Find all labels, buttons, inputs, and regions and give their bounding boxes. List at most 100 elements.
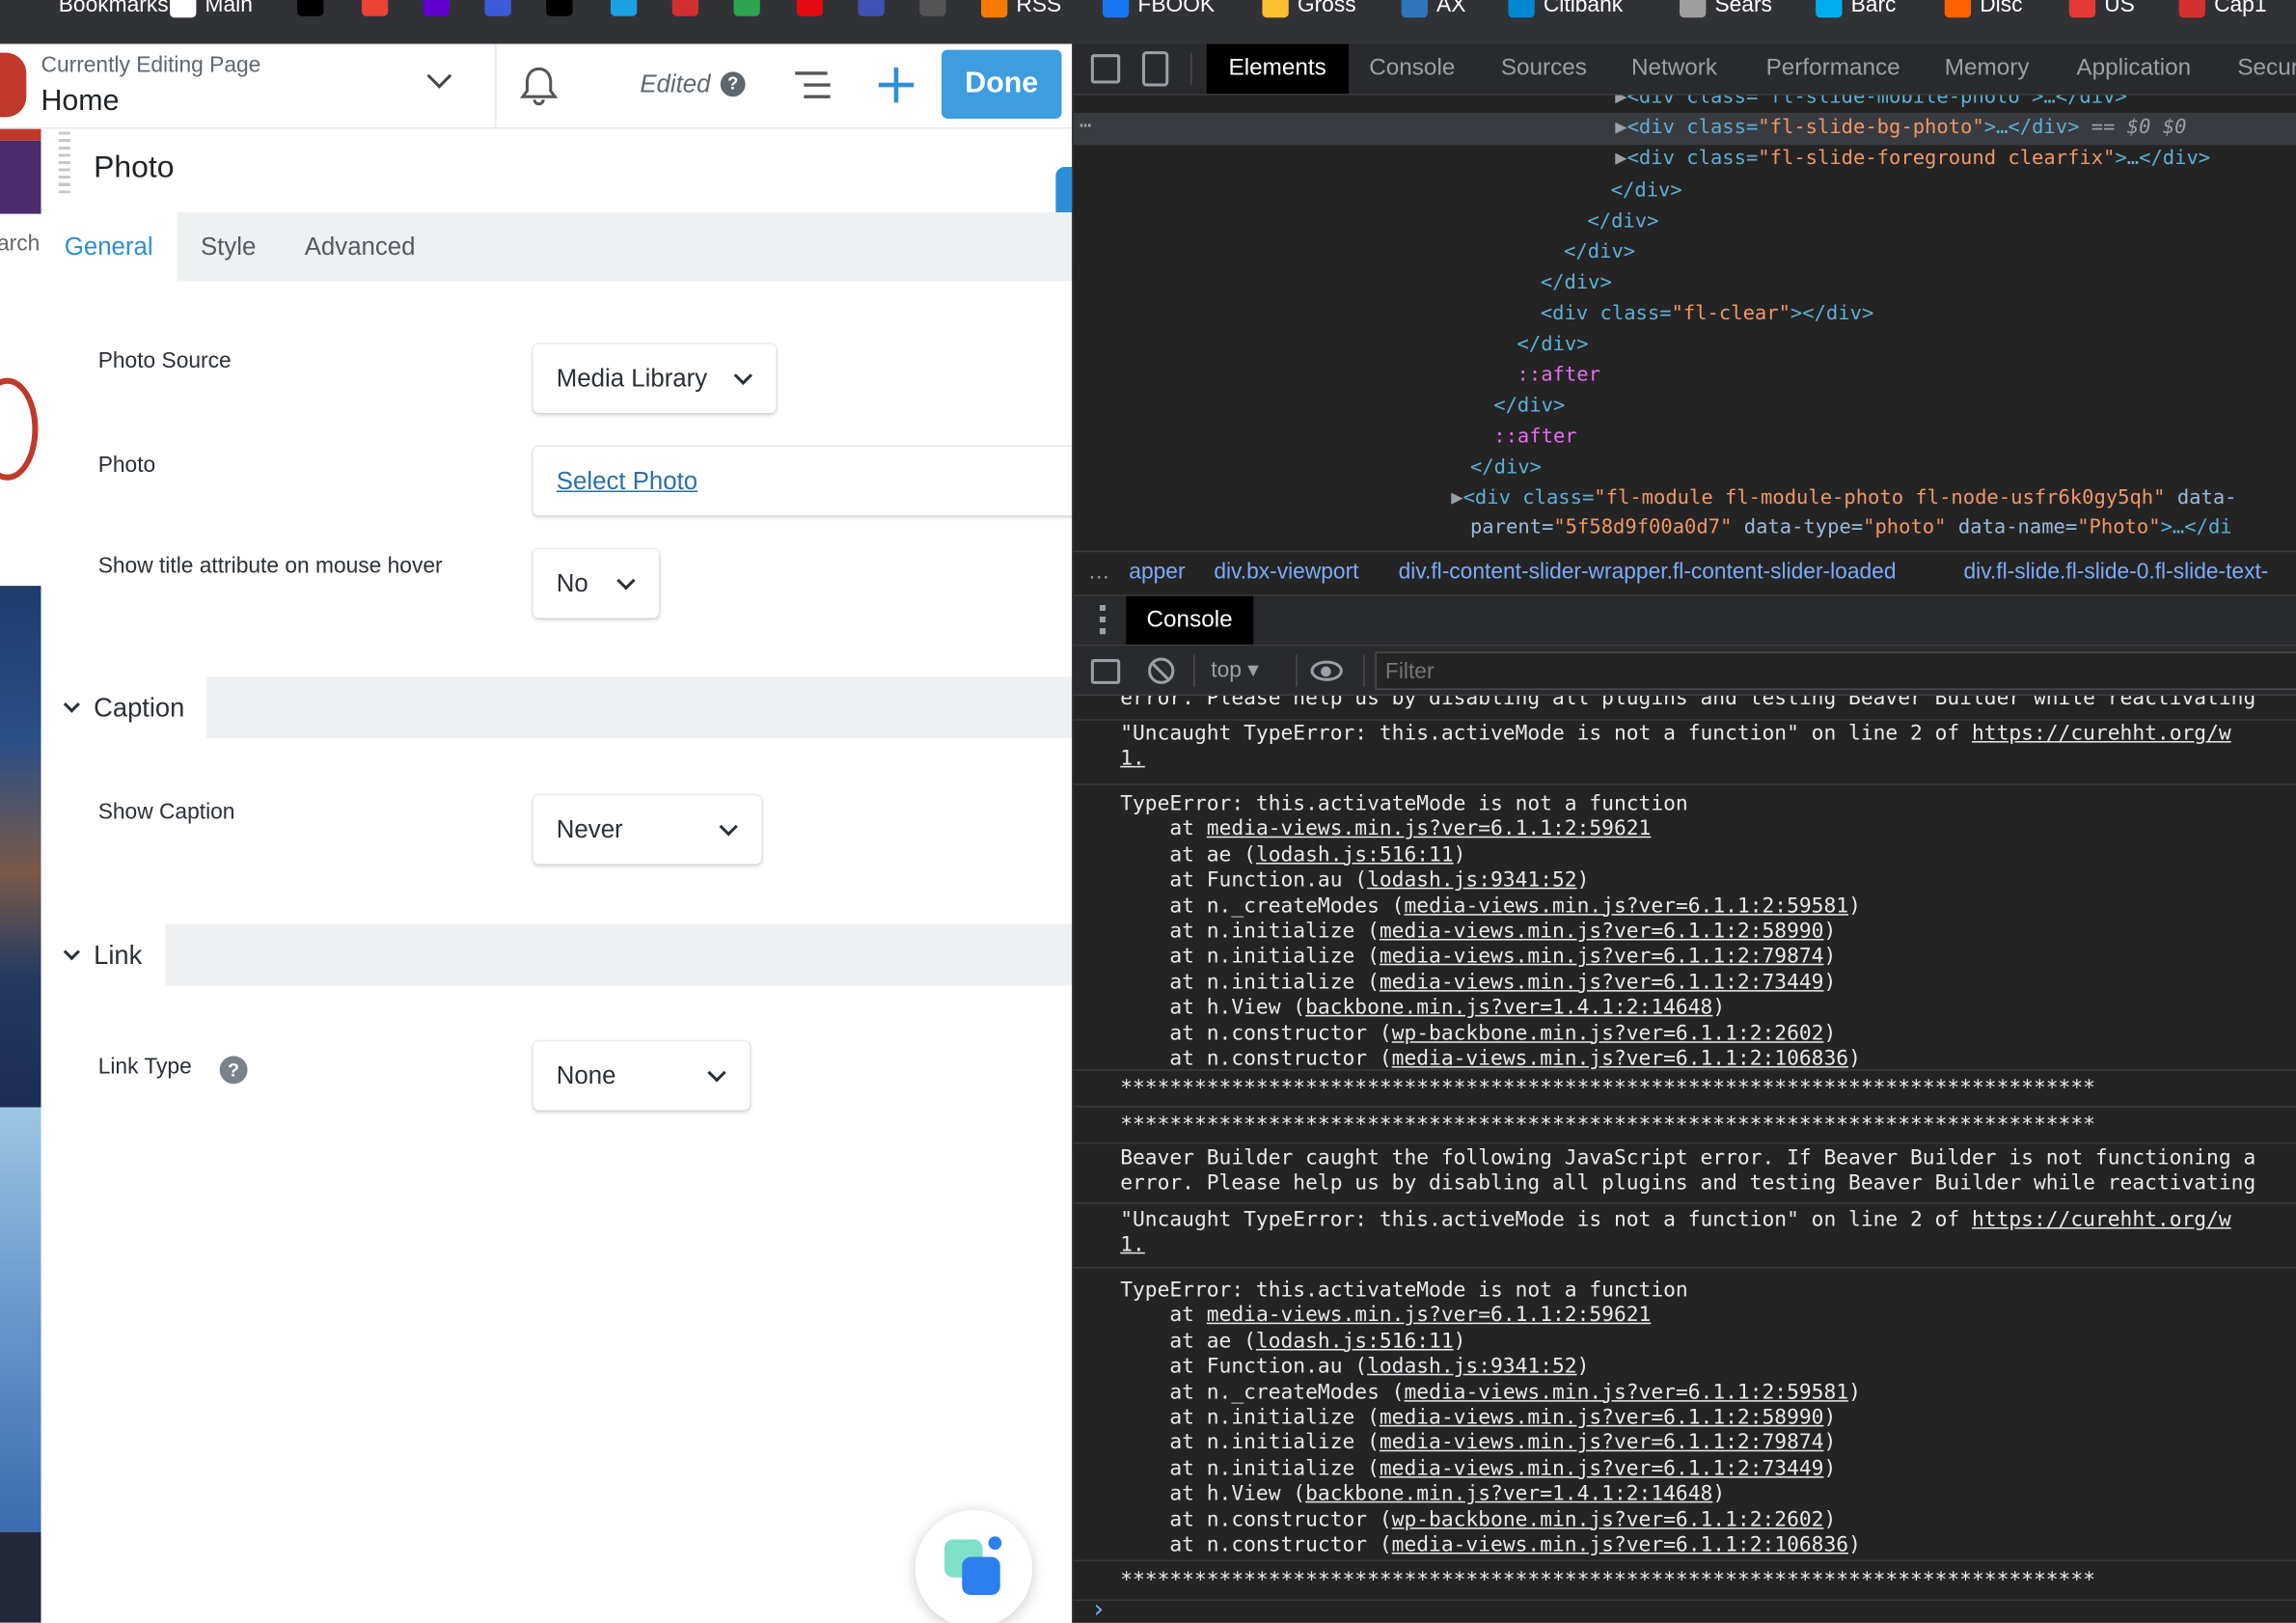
bookmark-netflix[interactable]: [796, 0, 824, 16]
context-select[interactable]: top ▾: [1211, 646, 1258, 696]
stack-frame-link[interactable]: media-views.min.js?ver=6.1.1:2:59581: [1404, 1381, 1848, 1404]
beaver-logo-icon[interactable]: [0, 52, 27, 118]
stack-frame-link[interactable]: media-views.min.js?ver=6.1.1:2:59581: [1404, 894, 1848, 918]
stack-frame-link[interactable]: media-views.min.js?ver=6.1.1:2:73449: [1380, 1457, 1824, 1480]
tab-memory[interactable]: Memory: [1923, 44, 2051, 95]
console-source-link[interactable]: 1.: [1120, 1234, 1145, 1257]
stack-frame-link[interactable]: media-views.min.js?ver=6.1.1:2:73449: [1380, 971, 1824, 994]
clear-console-icon[interactable]: [1148, 657, 1175, 684]
bookmark-e[interactable]: [546, 0, 573, 16]
stack-frame-link[interactable]: wp-backbone.min.js?ver=6.1.1:2:2602: [1392, 1022, 1824, 1045]
bookmark-citibank[interactable]: Citibank: [1508, 0, 1623, 17]
help-icon[interactable]: ?: [219, 1056, 248, 1085]
bookmark-rss[interactable]: RSS: [980, 0, 1061, 17]
breadcrumb-item[interactable]: apper: [1129, 552, 1185, 593]
console-filter-input[interactable]: [1375, 651, 2296, 690]
select-photo-link[interactable]: Select Photo: [557, 467, 697, 495]
stack-frame-link[interactable]: backbone.min.js?ver=1.4.1:2:14648: [1305, 1482, 1712, 1505]
dom-node[interactable]: <div class="fl-clear"></div>: [1541, 299, 1873, 330]
tab-network[interactable]: Network: [1609, 44, 1739, 95]
breadcrumb-item[interactable]: div.bx-viewport: [1214, 552, 1358, 593]
breadcrumb-item[interactable]: div.fl-content-slider-wrapper.fl-content…: [1399, 552, 1897, 593]
stack-frame-link[interactable]: media-views.min.js?ver=6.1.1:2:79874: [1380, 1432, 1824, 1455]
bookmark-ax[interactable]: AX: [1401, 0, 1465, 17]
eye-icon[interactable]: [1310, 660, 1343, 681]
stack-frame-link[interactable]: lodash.js:9341:52: [1367, 868, 1577, 892]
bookmark-barc[interactable]: Barc: [1816, 0, 1896, 17]
stack-frame-link[interactable]: lodash.js:9341:52: [1367, 1355, 1577, 1378]
bookmark-cap1[interactable]: Cap1: [2178, 0, 2266, 17]
link-type-select[interactable]: None: [533, 1041, 751, 1111]
tab-console[interactable]: Console: [1347, 44, 1477, 95]
page-name[interactable]: Home: [41, 85, 120, 119]
stack-frame-link[interactable]: media-views.min.js?ver=6.1.1:2:59621: [1207, 1305, 1652, 1328]
help-icon[interactable]: ?: [720, 71, 746, 97]
bell-icon[interactable]: [519, 65, 559, 109]
tab-advanced[interactable]: Advanced: [281, 212, 438, 281]
bookmark-bookmarks[interactable]: Bookmarks: [59, 0, 169, 17]
chat-widget-button[interactable]: [915, 1509, 1033, 1623]
bookmark-sears[interactable]: Sears: [1680, 0, 1772, 17]
node-options-icon[interactable]: ⋯: [1080, 114, 1092, 137]
drag-handle-icon[interactable]: [58, 131, 70, 194]
stack-frame-link[interactable]: media-views.min.js?ver=6.1.1:2:58990: [1380, 1406, 1824, 1429]
link-section-toggle[interactable]: Link: [41, 923, 166, 986]
bookmark-dash[interactable]: [858, 0, 885, 16]
outline-list-icon[interactable]: [792, 68, 834, 102]
caption-section-toggle[interactable]: Caption: [41, 676, 207, 739]
dom-node[interactable]: ▶<div class="fl-slide-foreground clearfi…: [1615, 144, 2210, 175]
bookmark-digg[interactable]: [297, 0, 324, 16]
dom-node[interactable]: ▶<div class="fl-slide-mobile-photo">…</d…: [1615, 96, 2127, 113]
bookmark-gross[interactable]: Gross: [1262, 0, 1356, 17]
bookmark-g[interactable]: [919, 0, 946, 16]
stack-frame-link[interactable]: media-views.min.js?ver=6.1.1:2:79874: [1380, 946, 1824, 969]
console-source-link[interactable]: https://curehht.org/w: [1972, 1208, 2231, 1231]
bookmark-yahoo[interactable]: [423, 0, 450, 16]
pseudo-after[interactable]: ::after: [1517, 360, 1600, 391]
photo-picker[interactable]: Select Photo: [533, 446, 1073, 516]
breadcrumb-item[interactable]: div.fl-slide.fl-slide-0.fl-slide-text-: [1964, 552, 2269, 593]
tab-sources[interactable]: Sources: [1479, 44, 1609, 95]
chevron-down-icon[interactable]: [426, 64, 452, 89]
stack-frame-link[interactable]: media-views.min.js?ver=6.1.1:2:106836: [1392, 1047, 1848, 1069]
bookmark-c[interactable]: [671, 0, 699, 16]
add-icon[interactable]: [876, 65, 917, 106]
bookmark-drop[interactable]: [610, 0, 638, 16]
stack-frame-link[interactable]: backbone.min.js?ver=1.4.1:2:14648: [1305, 997, 1712, 1020]
bookmark-gmail[interactable]: [361, 0, 389, 16]
console-source-link[interactable]: https://curehht.org/w: [1972, 722, 2231, 745]
bookmark-main[interactable]: Main: [170, 0, 253, 17]
tab-performance[interactable]: Performance: [1744, 44, 1923, 95]
console-source-link[interactable]: 1.: [1120, 748, 1145, 771]
bookmark-fbook[interactable]: FBOOK: [1102, 0, 1215, 17]
dom-node-selected[interactable]: ▶<div class="fl-slide-bg-photo">…</div> …: [1615, 113, 2186, 144]
tab-style[interactable]: Style: [178, 212, 280, 281]
show-caption-select[interactable]: Never: [533, 795, 762, 865]
tab-elements[interactable]: Elements: [1206, 43, 1349, 95]
stack-frame-link[interactable]: media-views.min.js?ver=6.1.1:2:59621: [1207, 818, 1652, 841]
show-title-select[interactable]: No: [533, 549, 660, 619]
breadcrumb-more-icon[interactable]: …: [1088, 552, 1110, 593]
inspect-element-icon[interactable]: [1090, 54, 1121, 84]
bookmark-s[interactable]: [484, 0, 511, 16]
tab-security[interactable]: Secur: [2216, 44, 2296, 95]
stack-frame-link[interactable]: lodash.js:516:11: [1256, 843, 1454, 867]
drawer-menu-icon[interactable]: [1099, 604, 1107, 635]
stack-frame-link[interactable]: media-views.min.js?ver=6.1.1:2:58990: [1380, 920, 1824, 943]
bookmark-tc[interactable]: [733, 0, 760, 16]
tab-general[interactable]: General: [41, 212, 178, 282]
done-button[interactable]: Done: [942, 49, 1062, 119]
stack-frame-link[interactable]: lodash.js:516:11: [1256, 1330, 1454, 1353]
stack-frame-link[interactable]: media-views.min.js?ver=6.1.1:2:106836: [1392, 1533, 1848, 1556]
stack-frame-link[interactable]: wp-backbone.min.js?ver=6.1.1:2:2602: [1392, 1508, 1824, 1531]
bookmark-us[interactable]: US: [2068, 0, 2135, 17]
device-toolbar-icon[interactable]: [1141, 51, 1169, 87]
dom-node[interactable]: ▶<div class="fl-module fl-module-photo f…: [1451, 483, 2236, 514]
sidebar-toggle-icon[interactable]: [1090, 659, 1121, 684]
console-prompt[interactable]: ›: [1091, 1595, 1107, 1623]
drawer-tab-console[interactable]: Console: [1126, 595, 1253, 646]
photo-source-select[interactable]: Media Library: [533, 344, 777, 414]
bookmark-disc[interactable]: Disc: [1944, 0, 2022, 17]
tab-application[interactable]: Application: [2055, 44, 2213, 95]
pseudo-after[interactable]: ::after: [1493, 422, 1576, 453]
